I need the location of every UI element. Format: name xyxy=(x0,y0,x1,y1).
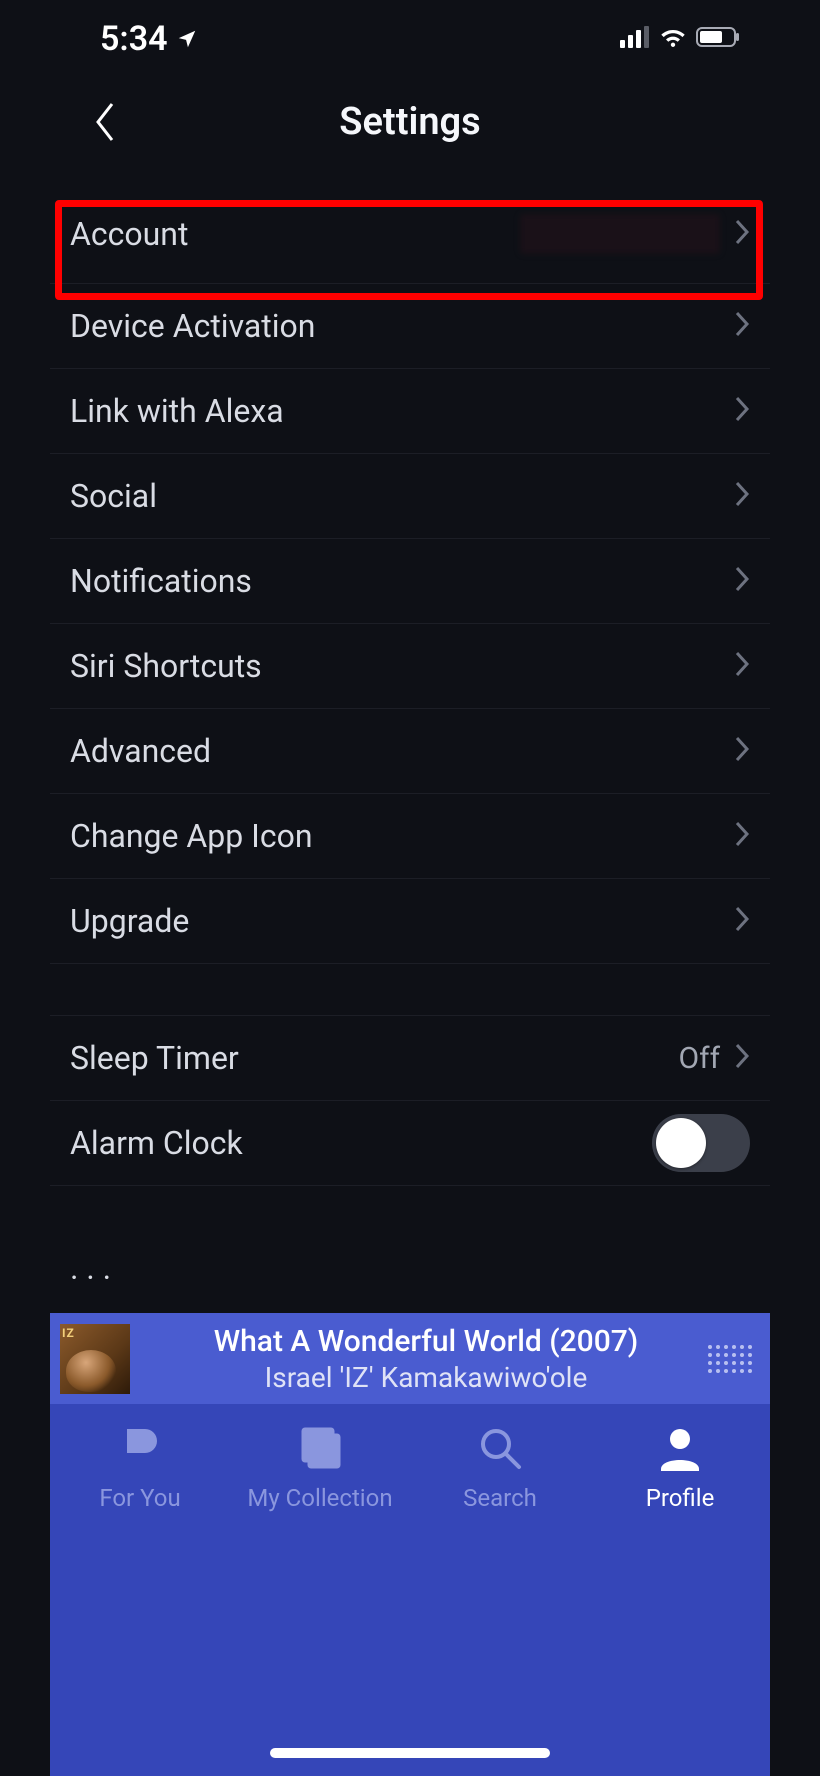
row-sleep-timer[interactable]: Sleep Timer Off xyxy=(50,1016,770,1101)
profile-icon xyxy=(655,1422,705,1474)
home-indicator[interactable] xyxy=(270,1748,550,1758)
row-siri-shortcuts[interactable]: Siri Shortcuts xyxy=(50,624,770,709)
my-collection-icon xyxy=(295,1422,345,1474)
chevron-right-icon xyxy=(734,650,750,682)
status-right xyxy=(620,26,740,52)
track-title: What A Wonderful World (2007) xyxy=(144,1324,708,1359)
row-upgrade[interactable]: Upgrade xyxy=(50,879,770,964)
album-art[interactable] xyxy=(60,1324,130,1394)
app-header: Settings xyxy=(50,60,770,184)
location-icon xyxy=(176,19,198,59)
row-social[interactable]: Social xyxy=(50,454,770,539)
track-artist: Israel 'IZ' Kamakawiwo'ole xyxy=(144,1361,708,1394)
row-device-activation[interactable]: Device Activation xyxy=(50,284,770,369)
row-label: · · · xyxy=(70,1270,750,1288)
row-notifications[interactable]: Notifications xyxy=(50,539,770,624)
now-playing-bar[interactable]: What A Wonderful World (2007) Israel 'IZ… xyxy=(50,1313,770,1404)
row-link-alexa[interactable]: Link with Alexa xyxy=(50,369,770,454)
tab-bar: For You My Collection Search Profile xyxy=(50,1404,770,1776)
tab-label: For You xyxy=(99,1484,180,1512)
chevron-right-icon xyxy=(734,735,750,767)
row-label: Change App Icon xyxy=(70,817,734,855)
row-label: Alarm Clock xyxy=(70,1124,652,1162)
row-label: Siri Shortcuts xyxy=(70,647,734,685)
alarm-clock-toggle[interactable] xyxy=(652,1114,750,1172)
cellular-signal-icon xyxy=(620,26,650,52)
row-alarm-clock[interactable]: Alarm Clock xyxy=(50,1101,770,1186)
row-label: Device Activation xyxy=(70,307,734,345)
battery-icon xyxy=(696,26,740,52)
chevron-right-icon xyxy=(734,218,750,250)
row-label: Social xyxy=(70,477,734,515)
row-value: Off xyxy=(679,1041,721,1076)
chevron-right-icon xyxy=(734,310,750,342)
wifi-icon xyxy=(658,26,688,52)
search-icon xyxy=(475,1422,525,1474)
status-bar: 5:34 xyxy=(50,0,770,60)
row-label: Account xyxy=(70,215,520,253)
chevron-right-icon xyxy=(734,395,750,427)
track-meta[interactable]: What A Wonderful World (2007) Israel 'IZ… xyxy=(144,1324,708,1394)
row-advanced[interactable]: Advanced xyxy=(50,709,770,794)
row-label: Notifications xyxy=(70,562,734,600)
section-gap xyxy=(50,964,770,1016)
tab-search[interactable]: Search xyxy=(410,1422,590,1776)
tab-label: Profile xyxy=(646,1484,715,1512)
chevron-right-icon xyxy=(734,905,750,937)
more-options-icon[interactable] xyxy=(708,1342,752,1376)
chevron-right-icon xyxy=(734,565,750,597)
row-label: Sleep Timer xyxy=(70,1039,679,1077)
for-you-icon xyxy=(115,1422,165,1474)
row-change-app-icon[interactable]: Change App Icon xyxy=(50,794,770,879)
status-time: 5:34 xyxy=(100,19,168,59)
status-left: 5:34 xyxy=(100,19,198,59)
tab-my-collection[interactable]: My Collection xyxy=(230,1422,410,1776)
row-account[interactable]: Account xyxy=(50,184,770,284)
tab-label: Search xyxy=(463,1484,537,1512)
tab-profile[interactable]: Profile xyxy=(590,1422,770,1776)
tab-label: My Collection xyxy=(247,1484,392,1512)
page-title: Settings xyxy=(339,100,480,144)
chevron-right-icon xyxy=(734,480,750,512)
chevron-right-icon xyxy=(734,1042,750,1074)
row-value-account-redacted xyxy=(520,214,720,254)
toggle-knob xyxy=(656,1118,706,1168)
tab-for-you[interactable]: For You xyxy=(50,1422,230,1776)
row-label: Link with Alexa xyxy=(70,392,734,430)
row-label: Advanced xyxy=(70,732,734,770)
row-partial[interactable]: · · · xyxy=(50,1254,770,1288)
chevron-right-icon xyxy=(734,820,750,852)
row-label: Upgrade xyxy=(70,902,734,940)
section-gap xyxy=(50,1186,770,1254)
settings-list: Account Device Activation Link with Alex… xyxy=(50,184,770,1288)
back-button[interactable] xyxy=(80,98,128,146)
